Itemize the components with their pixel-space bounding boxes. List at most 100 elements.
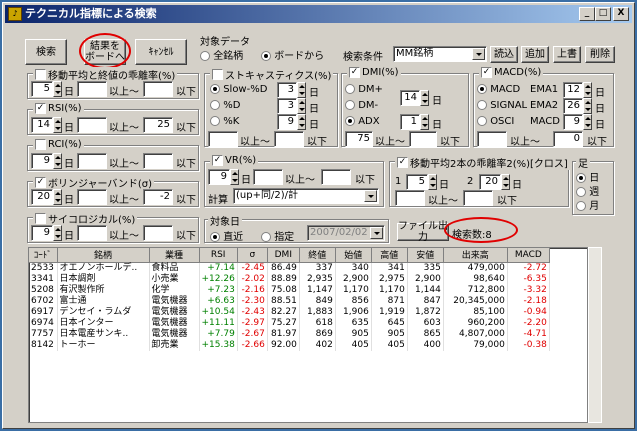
dmi-minus-radio[interactable]: DM-	[345, 100, 378, 111]
rsi-checkbox[interactable]: ✓ RSI(%)	[33, 103, 84, 114]
spin-icon[interactable]	[53, 81, 62, 97]
rci-checkbox[interactable]: RCI(%)	[33, 139, 84, 150]
table-row[interactable]: 8142 トーホー 卸売業 +15.38 -2.66 92.00 402 405 405 400 7…	[29, 339, 550, 351]
stoch-checkbox[interactable]: ストキャスティクス(%)	[210, 67, 334, 82]
vertical-scrollbar[interactable]	[588, 247, 602, 423]
spin-icon[interactable]	[297, 114, 306, 130]
col-rsi[interactable]: RSI	[199, 248, 238, 263]
results-grid[interactable]: ｺｰﾄﾞ 銘柄 業種 RSI σ DMI 終値 始値 高値 安値 出来高 MAC…	[28, 247, 588, 423]
rsi-min[interactable]	[77, 117, 107, 133]
target-all-radio[interactable]: 全銘柄	[200, 47, 243, 62]
col-sigma[interactable]: σ	[237, 248, 268, 263]
ma-cross-checkbox[interactable]: ✓ 移動平均2本の乖離率2(%)[クロス]	[395, 155, 570, 170]
rsi-max[interactable]: 25	[143, 117, 173, 133]
ma-cross-min[interactable]	[395, 190, 425, 206]
load-button[interactable]: 読込	[490, 46, 518, 63]
ma-dev-checkbox[interactable]: 移動平均と終値の乖離率(%)	[33, 67, 178, 82]
spin-icon[interactable]	[428, 174, 437, 190]
stoch-min[interactable]	[208, 131, 238, 147]
col-high[interactable]: 高値	[371, 248, 408, 263]
dmi-plus-radio[interactable]: DM+	[345, 84, 383, 95]
psycho-max[interactable]	[143, 225, 173, 241]
col-volume[interactable]: 出来高	[443, 248, 508, 263]
table-row[interactable]: 5208 有沢製作所 化学 +7.23 -2.16 75.08 1,147 1,170 1,17…	[29, 284, 550, 296]
spin-icon[interactable]	[53, 189, 62, 205]
vr-checkbox[interactable]: ✓ VR(%)	[210, 155, 259, 166]
stoch-k-days[interactable]: 9	[277, 114, 297, 130]
stoch-max[interactable]	[274, 131, 304, 147]
table-row[interactable]: 6917 デンセイ・ラムダ 電気機器 +10.54 -2.43 82.27 1,883 1,9…	[29, 306, 550, 318]
add-button[interactable]: 追加	[521, 46, 549, 63]
table-row[interactable]: 6702 富士通 電気機器 +6.63 -2.30 88.51 849 856 871 847 20…	[29, 295, 550, 307]
spin-icon[interactable]	[53, 117, 62, 133]
bollinger-max[interactable]: -2	[143, 189, 173, 205]
vr-calc-select[interactable]: (up+同/2)/計	[233, 188, 379, 204]
spin-icon[interactable]	[53, 153, 62, 169]
chart-app-icon[interactable]: ♪	[8, 7, 22, 21]
bollinger-days[interactable]: 20	[31, 189, 53, 205]
col-name[interactable]: 銘柄	[57, 248, 150, 263]
psycho-days[interactable]: 9	[31, 225, 53, 241]
vr-max[interactable]	[321, 169, 351, 185]
spin-icon[interactable]	[297, 98, 306, 114]
chevron-down-icon[interactable]	[364, 190, 377, 202]
maximize-button[interactable]: □	[595, 7, 611, 21]
spin-icon[interactable]	[230, 169, 239, 185]
macd-days[interactable]: 9	[563, 114, 583, 130]
spin-icon[interactable]	[583, 82, 592, 98]
stoch-d-days[interactable]: 3	[277, 98, 297, 114]
dmi-adx-radio[interactable]: ADX	[345, 116, 380, 127]
recent-radio[interactable]: 直近	[210, 228, 243, 243]
foot-week-radio[interactable]: 週	[576, 183, 599, 198]
psycho-checkbox[interactable]: サイコロジカル(%)	[33, 211, 138, 226]
bollinger-checkbox[interactable]: ✓ ボリンジャーバンド(σ)	[33, 175, 155, 190]
stoch-slow-radio[interactable]: Slow-%D	[210, 84, 267, 95]
macd-ema2[interactable]: 26	[563, 98, 583, 114]
minimize-button[interactable]: _	[579, 7, 595, 21]
ma-dev-days[interactable]: 5	[31, 81, 53, 97]
macd-max[interactable]: 0	[553, 131, 583, 147]
macd-checkbox[interactable]: ✓ MACD(%)	[479, 67, 544, 78]
ma-cross-days1[interactable]: 5	[406, 174, 428, 190]
macd-radio[interactable]: MACD	[477, 84, 520, 95]
foot-month-radio[interactable]: 月	[576, 197, 599, 212]
vr-min[interactable]	[253, 169, 283, 185]
ma-dev-max[interactable]	[143, 81, 173, 97]
dmi-adx-days[interactable]: 1	[400, 114, 420, 130]
osci-radio[interactable]: OSCI	[477, 116, 514, 127]
chevron-down-icon[interactable]	[370, 227, 383, 239]
macd-min[interactable]	[477, 131, 507, 147]
rci-days[interactable]: 9	[31, 153, 53, 169]
col-code[interactable]: ｺｰﾄﾞ	[29, 248, 58, 263]
chevron-down-icon[interactable]	[472, 48, 485, 60]
rci-min[interactable]	[77, 153, 107, 169]
spin-icon[interactable]	[583, 98, 592, 114]
ma-cross-max[interactable]	[463, 190, 493, 206]
delete-button[interactable]: 削除	[585, 46, 615, 63]
col-sector[interactable]: 業種	[149, 248, 200, 263]
dmi-checkbox[interactable]: ✓ DMI(%)	[347, 67, 401, 78]
spin-icon[interactable]	[583, 114, 592, 130]
stoch-k-radio[interactable]: %K	[210, 116, 239, 127]
foot-day-radio[interactable]: 日	[576, 169, 599, 184]
stoch-d-radio[interactable]: %D	[210, 100, 240, 111]
dmi-days[interactable]: 14	[400, 90, 420, 106]
col-macd[interactable]: MACD	[507, 248, 550, 263]
file-output-button[interactable]: ファイル出力	[397, 221, 449, 243]
table-row[interactable]: 2533 オエノンホールデ.. 食料品 +7.14 -2.45 86.49 337 340 34…	[29, 262, 550, 274]
specified-radio[interactable]: 指定	[261, 228, 294, 243]
table-row[interactable]: 3341 日本調剤 小売業 +12.26 -2.02 88.89 2,935 2,900 2,9…	[29, 273, 550, 285]
col-open[interactable]: 始値	[335, 248, 372, 263]
psycho-min[interactable]	[77, 225, 107, 241]
close-button[interactable]: X	[613, 7, 629, 21]
macd-ema1[interactable]: 12	[563, 82, 583, 98]
dmi-max[interactable]	[409, 131, 437, 147]
table-row[interactable]: 7757 日本電産サンキ.. 電気機器 +7.79 -2.67 81.97 869 905 90…	[29, 328, 550, 340]
signal-radio[interactable]: SIGNAL	[477, 100, 527, 111]
stoch-slow-days[interactable]: 3	[277, 82, 297, 98]
col-dmi[interactable]: DMI	[267, 248, 300, 263]
target-board-radio[interactable]: ボードから	[261, 47, 324, 62]
dmi-min[interactable]: 75	[345, 131, 373, 147]
spin-icon[interactable]	[420, 114, 429, 130]
vr-days[interactable]: 9	[208, 169, 230, 185]
